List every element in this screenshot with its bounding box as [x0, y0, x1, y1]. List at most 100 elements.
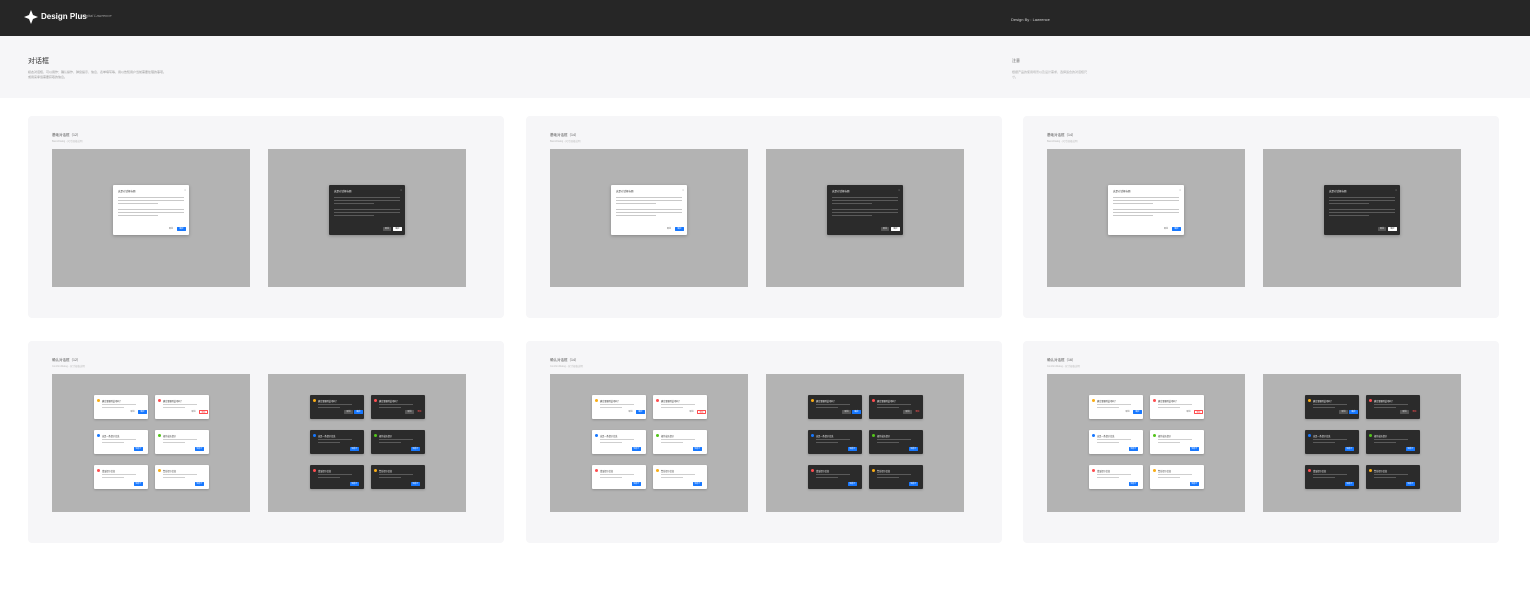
ok-button[interactable]: 确定	[393, 227, 402, 231]
confirm-body-line	[379, 474, 413, 475]
confirm-title: 警告提示信息	[163, 471, 177, 473]
page-title: 对话框	[28, 58, 49, 65]
confirm-action-button[interactable]: 确定	[138, 410, 147, 414]
confirm-action-button[interactable]: 知道了	[632, 447, 641, 451]
confirm-action-button[interactable]: 知道了	[848, 482, 857, 486]
confirm-action-button[interactable]: 取消	[405, 410, 414, 414]
confirm-action-button[interactable]: 知道了	[411, 482, 420, 486]
confirm-body-line	[1158, 407, 1180, 408]
dialog-body-line	[1113, 197, 1179, 198]
confirm-dialog: 确定要删除此项吗？ 取消 删除	[371, 395, 425, 419]
confirm-action-button[interactable]: 取消	[1400, 410, 1409, 414]
dialog-body-line	[832, 212, 898, 213]
dialog-spec-card: 基础对话框（14） BasicDialog - 尺寸规格说明 这是对话框标题 × 取消确…	[1023, 116, 1499, 318]
confirm-action-button[interactable]: 知道了	[1345, 447, 1354, 451]
confirm-action-button[interactable]: 取消	[344, 410, 353, 414]
dialog-body-line	[118, 203, 158, 204]
confirm-action-button[interactable]: 知道了	[195, 482, 204, 486]
confirm-action-button[interactable]: 知道了	[1190, 482, 1199, 486]
status-icon	[97, 469, 100, 472]
confirm-action-button[interactable]: 取消	[1339, 410, 1348, 414]
confirm-title: 操作成功提示	[661, 436, 675, 438]
confirm-body-line	[661, 442, 683, 443]
confirm-action-button[interactable]: 知道了	[1406, 482, 1415, 486]
confirm-title: 这是一条提示信息	[102, 436, 120, 438]
confirm-action-button[interactable]: 删除	[1410, 410, 1419, 414]
status-icon	[374, 434, 377, 437]
confirm-action-button[interactable]: 知道了	[350, 447, 359, 451]
dialog-body-line	[118, 212, 184, 213]
cancel-button[interactable]: 取消	[1378, 227, 1386, 231]
confirm-action-button[interactable]: 删除	[415, 410, 424, 414]
confirm-body-line	[379, 407, 401, 408]
close-icon[interactable]: ×	[184, 188, 186, 192]
confirm-action-button[interactable]: 知道了	[134, 447, 143, 451]
confirm-title: 操作成功提示	[379, 436, 393, 438]
confirm-action-button[interactable]: 知道了	[134, 482, 143, 486]
confirm-action-button[interactable]: 知道了	[848, 447, 857, 451]
close-icon[interactable]: ×	[682, 188, 684, 192]
confirm-action-button[interactable]: 删除	[913, 410, 922, 414]
status-icon	[1308, 399, 1311, 402]
confirm-action-button[interactable]: 知道了	[909, 447, 918, 451]
confirm-action-button[interactable]: 确定	[354, 410, 363, 414]
confirm-title: 错误提示信息	[318, 471, 332, 473]
close-icon[interactable]: ×	[1179, 188, 1181, 192]
confirm-action-button[interactable]: 取消	[128, 410, 137, 414]
confirm-action-button[interactable]: 知道了	[1345, 482, 1354, 486]
close-icon[interactable]: ×	[400, 188, 402, 192]
cancel-button[interactable]: 取消	[881, 227, 889, 231]
confirm-action-button[interactable]: 知道了	[693, 482, 702, 486]
confirm-dialog: 确定要删除此项吗？ 取消 删除	[1366, 395, 1420, 419]
close-icon[interactable]: ×	[1395, 188, 1397, 192]
confirm-action-button[interactable]: 取消	[687, 410, 696, 414]
ok-button[interactable]: 确定	[891, 227, 900, 231]
ok-button[interactable]: 确定	[177, 227, 186, 231]
confirm-body-line	[1097, 442, 1119, 443]
cancel-button[interactable]: 取消	[665, 227, 673, 231]
confirm-action-button[interactable]: 知道了	[1129, 482, 1138, 486]
status-icon	[656, 469, 659, 472]
confirm-body-line	[816, 407, 838, 408]
confirm-action-button[interactable]: 知道了	[411, 447, 420, 451]
confirm-action-button[interactable]: 确定	[1349, 410, 1358, 414]
close-icon[interactable]: ×	[898, 188, 900, 192]
confirm-action-button[interactable]: 取消	[626, 410, 635, 414]
dialog-body-line	[832, 209, 898, 210]
cancel-button[interactable]: 取消	[383, 227, 391, 231]
confirm-action-button[interactable]: 确定	[1133, 410, 1142, 414]
confirm-action-button[interactable]: 知道了	[1129, 447, 1138, 451]
confirm-action-button[interactable]: 确定	[852, 410, 861, 414]
status-icon	[656, 399, 659, 402]
confirm-action-button[interactable]: 知道了	[350, 482, 359, 486]
confirm-action-button[interactable]: 知道了	[1406, 447, 1415, 451]
ok-button[interactable]: 确定	[1172, 227, 1181, 231]
ok-button[interactable]: 确定	[1388, 227, 1397, 231]
confirm-action-button[interactable]: 确定	[636, 410, 645, 414]
confirm-action-button[interactable]: 取消	[189, 410, 198, 414]
cancel-button[interactable]: 取消	[167, 227, 175, 231]
confirm-action-button[interactable]: 删除	[697, 410, 706, 414]
confirm-action-button[interactable]: 取消	[842, 410, 851, 414]
confirm-action-button[interactable]: 知道了	[632, 482, 641, 486]
confirm-action-button[interactable]: 删除	[1194, 410, 1203, 414]
confirm-action-button[interactable]: 取消	[1123, 410, 1132, 414]
confirm-body-line	[661, 477, 683, 478]
status-icon	[1092, 434, 1095, 437]
confirm-action-button[interactable]: 知道了	[1190, 447, 1199, 451]
status-icon	[1308, 434, 1311, 437]
status-icon	[595, 469, 598, 472]
confirm-action-button[interactable]: 删除	[199, 410, 208, 414]
dialog-spec-card: 确认对话框（14） ConfirmDialog - 尺寸规格说明 确定要删除此项吗？…	[526, 341, 1002, 543]
confirm-action-button[interactable]: 知道了	[195, 447, 204, 451]
confirm-action-button[interactable]: 知道了	[909, 482, 918, 486]
ok-button[interactable]: 确定	[675, 227, 684, 231]
status-icon	[1369, 434, 1372, 437]
dark-preview-area: 这是对话框标题 × 取消 确定	[268, 149, 466, 287]
confirm-action-button[interactable]: 取消	[903, 410, 912, 414]
confirm-body-line	[102, 439, 136, 440]
cancel-button[interactable]: 取消	[1162, 227, 1170, 231]
confirm-action-button[interactable]: 知道了	[693, 447, 702, 451]
confirm-dialog: 这是一条提示信息知道了	[94, 430, 148, 454]
confirm-action-button[interactable]: 取消	[1184, 410, 1193, 414]
